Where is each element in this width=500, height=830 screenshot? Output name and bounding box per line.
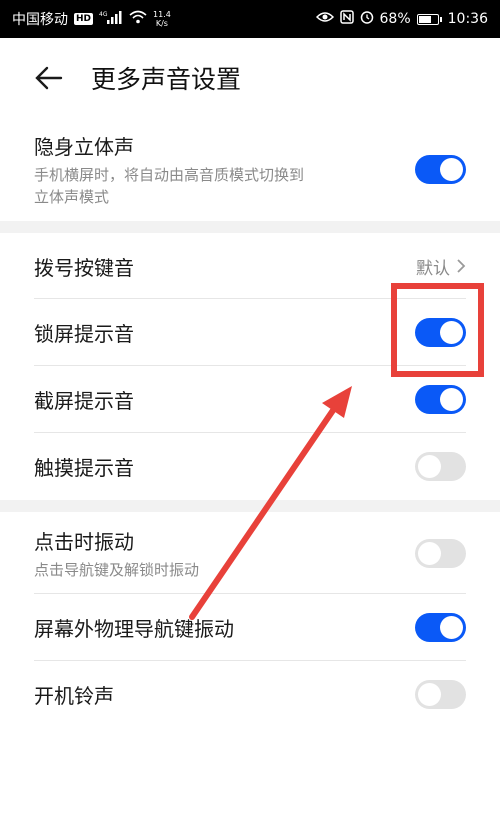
setting-label-tap-vibrate: 点击时振动 xyxy=(34,529,134,554)
signal-icon: 4G xyxy=(99,10,123,28)
boot-sound-toggle[interactable] xyxy=(415,679,466,709)
setting-row-touch-sound[interactable]: 触摸提示音 xyxy=(0,433,500,500)
screenshot-sound-toggle[interactable] xyxy=(415,385,466,414)
section-divider xyxy=(0,500,500,512)
arrow-left-icon xyxy=(35,66,63,90)
network-speed-value: 11.4 xyxy=(153,10,171,19)
setting-label-screenshot-sound: 截屏提示音 xyxy=(34,389,134,413)
setting-row-tap-vibrate[interactable]: 点击时振动 点击导航键及解锁时振动 xyxy=(0,512,500,594)
setting-label-dial-tone: 拨号按键音 xyxy=(34,255,134,280)
highlight-box xyxy=(391,283,484,377)
dial-tone-value[interactable]: 默认 xyxy=(416,254,466,279)
setting-desc-stereo-line2: 立体声模式 xyxy=(34,188,110,206)
tap-vibrate-toggle[interactable] xyxy=(415,538,466,568)
alarm-icon xyxy=(360,10,374,28)
nav-key-vibrate-toggle[interactable] xyxy=(415,613,466,642)
network-speed: 11.4 K/s xyxy=(153,10,171,28)
battery-percent: 68% xyxy=(379,11,411,27)
stereo-toggle[interactable] xyxy=(415,155,466,184)
setting-row-boot-sound[interactable]: 开机铃声 xyxy=(0,661,500,727)
page-title: 更多声音设置 xyxy=(91,65,242,94)
setting-label-lock-sound: 锁屏提示音 xyxy=(34,322,134,346)
setting-label-touch-sound: 触摸提示音 xyxy=(34,456,134,480)
page-header: 更多声音设置 xyxy=(0,38,500,118)
setting-desc-tap-vibrate: 点击导航键及解锁时振动 xyxy=(34,560,200,579)
back-button[interactable] xyxy=(33,62,65,94)
status-bar: 中国移动 HD 4G 11.4 K/s 68% 10:36 xyxy=(0,0,500,38)
setting-label-stereo: 隐身立体声 xyxy=(34,135,134,159)
touch-sound-toggle[interactable] xyxy=(415,452,466,481)
section-divider xyxy=(0,221,500,233)
clock: 10:36 xyxy=(447,11,488,27)
chevron-right-icon xyxy=(457,259,466,273)
carrier-name: 中国移动 xyxy=(12,12,68,28)
setting-row-stereo[interactable]: 隐身立体声 手机横屏时，将自动由高音质模式切换到 立体声模式 xyxy=(0,118,500,221)
setting-row-nav-key-vibrate[interactable]: 屏幕外物理导航键振动 xyxy=(0,594,500,661)
dial-tone-value-text: 默认 xyxy=(416,258,450,279)
wifi-icon xyxy=(129,10,147,28)
setting-desc-stereo-line1: 手机横屏时，将自动由高音质模式切换到 xyxy=(34,166,305,184)
nfc-icon xyxy=(339,10,354,28)
setting-desc-stereo: 手机横屏时，将自动由高音质模式切换到 立体声模式 xyxy=(34,164,304,208)
battery-icon xyxy=(416,13,442,25)
setting-label-nav-key-vibrate: 屏幕外物理导航键振动 xyxy=(34,617,234,641)
eye-icon xyxy=(315,11,334,27)
hd-badge: HD xyxy=(74,13,94,25)
network-speed-unit: K/s xyxy=(155,19,168,28)
network-type: 4G xyxy=(99,11,108,18)
setting-label-boot-sound: 开机铃声 xyxy=(34,683,114,708)
